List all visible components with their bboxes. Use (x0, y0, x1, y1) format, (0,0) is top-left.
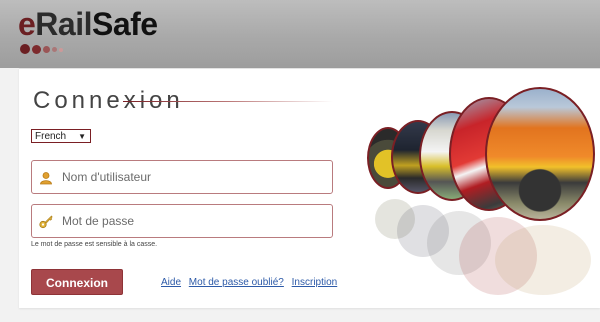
password-hint: Le mot de passe est sensible à la casse. (31, 241, 158, 248)
train-medallion-5 (485, 87, 595, 221)
key-icon (39, 215, 53, 229)
user-icon (39, 171, 53, 185)
logo: eRailSafe (18, 6, 158, 43)
header-bar: eRailSafe (0, 0, 600, 68)
title-divider (123, 101, 333, 102)
forgot-password-link[interactable]: Mot de passe oublié? (189, 277, 284, 288)
help-link[interactable]: Aide (161, 277, 181, 288)
logo-rail: Rail (35, 6, 92, 42)
trains-illustration (367, 87, 595, 302)
language-select[interactable]: French ▼ (31, 129, 91, 143)
register-link[interactable]: Inscription (292, 277, 338, 288)
logo-e: e (18, 6, 36, 42)
chevron-down-icon: ▼ (78, 132, 86, 141)
language-value: French (35, 131, 67, 142)
username-field[interactable]: Nom d'utilisateur (31, 160, 333, 194)
logo-safe: Safe (91, 6, 158, 42)
password-placeholder: Mot de passe (62, 214, 135, 228)
password-field[interactable]: Mot de passe (31, 204, 333, 238)
username-placeholder: Nom d'utilisateur (62, 170, 151, 184)
login-card: Connexion French ▼ Nom d'utilisateur Mot… (19, 68, 600, 308)
footer-links: Aide Mot de passe oublié? Inscription (161, 277, 342, 288)
login-button[interactable]: Connexion (31, 269, 123, 295)
